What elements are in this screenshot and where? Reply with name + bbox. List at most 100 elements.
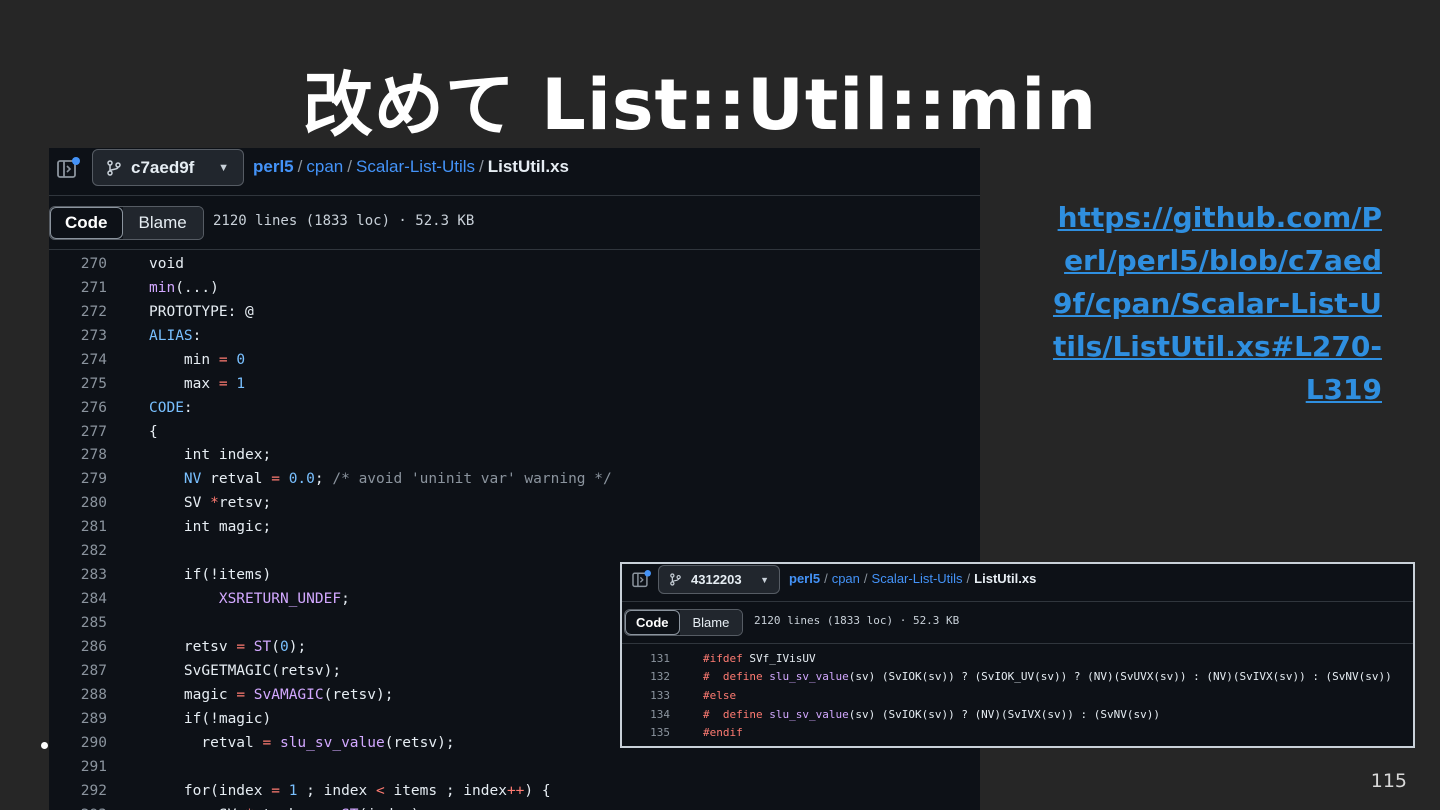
file-toolbar: Code Blame 2120 lines (1833 loc) · 52.3 … [622, 602, 1413, 644]
line-number[interactable]: 285 [49, 615, 107, 631]
code-line: 136 [622, 742, 1413, 746]
code-line: 271 min(...) [49, 276, 980, 300]
breadcrumb-file: ListUtil.xs [974, 571, 1037, 586]
line-source: XSRETURN_UNDEF; [218, 591, 350, 608]
code-line: 131 #ifdef SVf_IVisUV [622, 649, 1413, 668]
line-number[interactable]: 135 [622, 726, 670, 739]
line-source: void [149, 255, 184, 272]
line-number[interactable]: 272 [49, 304, 107, 320]
line-number[interactable]: 289 [49, 711, 107, 727]
line-source: #ifdef SVf_IVisUV [703, 651, 816, 665]
code-line: 133 #else [622, 686, 1413, 705]
line-number[interactable]: 287 [49, 663, 107, 679]
line-source: # define slu_sv_value(sv) (SvIOK(sv)) ? … [703, 707, 1160, 721]
line-number[interactable]: 273 [49, 328, 107, 344]
line-source: if(!magic) [149, 710, 272, 727]
tab-blame[interactable]: Blame [679, 610, 743, 635]
file-info: 2120 lines (1833 loc) · 52.3 KB [213, 213, 475, 229]
code-line: 280 SV *retsv; [49, 491, 980, 515]
side-panel-icon[interactable] [632, 570, 652, 588]
git-branch-icon [107, 159, 121, 176]
line-number[interactable]: 275 [49, 376, 107, 392]
tab-blame[interactable]: Blame [122, 207, 203, 239]
line-source: max = 1 [149, 375, 246, 392]
breadcrumb-repo[interactable]: perl5 [253, 157, 294, 176]
side-panel-icon[interactable] [57, 157, 81, 179]
line-number[interactable]: 284 [49, 591, 107, 607]
code-line: 292 for(index = 1 ; index < items ; inde… [49, 779, 980, 803]
line-number[interactable]: 132 [622, 670, 670, 683]
line-source: retsv = ST(0); [149, 638, 307, 655]
line-number[interactable]: 292 [49, 783, 107, 799]
line-source: magic = SvAMAGIC(retsv); [149, 686, 394, 703]
line-number[interactable]: 288 [49, 687, 107, 703]
line-number[interactable]: 281 [49, 519, 107, 535]
git-branch-icon [670, 573, 681, 586]
github-url-link[interactable]: https://github.com/P erl/perl5/blob/c7ae… [1040, 196, 1382, 411]
line-number[interactable]: 274 [49, 352, 107, 368]
file-info: 2120 lines (1833 loc) · 52.3 KB [754, 614, 960, 627]
line-source: { [149, 423, 158, 440]
breadcrumb: perl5/cpan / Scalar-List-Utils / ListUtil.xs [253, 157, 569, 176]
code-line: 276 CODE: [49, 396, 980, 420]
line-source: ALIAS: [149, 327, 202, 344]
line-source: PROTOTYPE: @ [149, 303, 254, 320]
line-number[interactable]: 277 [49, 424, 107, 440]
line-source: # define slu_sv_value(sv) (SvIOK(sv)) ? … [703, 670, 1392, 684]
line-number[interactable]: 282 [49, 543, 107, 559]
line-number[interactable]: 280 [49, 495, 107, 511]
breadcrumb-cpan[interactable]: cpan [306, 157, 343, 176]
code-line: 272 PROTOTYPE: @ [49, 300, 980, 324]
line-number[interactable]: 286 [49, 639, 107, 655]
branch-label: c7aed9f [131, 157, 195, 177]
chevron-down-icon: ▼ [218, 161, 229, 174]
line-source: int magic; [149, 519, 272, 536]
branch-selector[interactable]: c7aed9f ▼ [92, 149, 244, 186]
breadcrumb-dir[interactable]: Scalar-List-Utils [356, 157, 475, 176]
line-number[interactable]: 279 [49, 471, 107, 487]
line-number[interactable]: 276 [49, 400, 107, 416]
line-number[interactable]: 134 [622, 708, 670, 721]
line-number[interactable]: 131 [622, 652, 670, 665]
url-line-1: https://github.com/P [1057, 201, 1382, 234]
line-source: #else [703, 688, 737, 702]
line-source: retval = slu_sv_value(retsv); [149, 734, 455, 751]
line-number[interactable]: 271 [49, 280, 107, 296]
bullet-dot [41, 742, 48, 749]
line-source: #endif [703, 726, 743, 740]
file-header: 4312203 ▼ perl5/cpan / Scalar-List-Utils / L… [622, 564, 1413, 602]
breadcrumb-file: ListUtil.xs [487, 157, 569, 176]
line-number[interactable]: 136 [622, 745, 670, 746]
breadcrumb-dir[interactable]: Scalar-List-Utils [872, 571, 963, 586]
github-code-view-inset: 4312203 ▼ perl5/cpan / Scalar-List-Utils / L… [620, 562, 1415, 748]
line-source: NV retval = 0.0; /* avoid 'uninit var' w… [183, 471, 612, 488]
code-line: 293 SV *stacksv = ST(index); [49, 803, 980, 810]
code-line: 275 max = 1 [49, 372, 980, 396]
line-number[interactable]: 278 [49, 447, 107, 463]
line-number[interactable]: 270 [49, 256, 107, 272]
line-source: SV *retsv; [149, 495, 272, 512]
line-number[interactable]: 133 [622, 689, 670, 702]
code-line: 132 # define slu_sv_value(sv) (SvIOK(sv))… [622, 668, 1413, 687]
url-line-5: L319 [1305, 373, 1382, 406]
line-source: SV *stacksv = ST(index); [149, 807, 429, 810]
tab-code[interactable]: Code [625, 610, 680, 635]
line-number[interactable]: 283 [49, 567, 107, 583]
url-line-2: erl/perl5/blob/c7aed [1064, 244, 1382, 277]
breadcrumb-repo[interactable]: perl5 [789, 571, 820, 586]
tab-code[interactable]: Code [50, 207, 123, 239]
url-line-4: tils/ListUtil.xs#L270- [1052, 330, 1382, 363]
url-line-3: 9f/cpan/Scalar-List-U [1052, 287, 1382, 320]
file-toolbar: Code Blame 2120 lines (1833 loc) · 52.3 … [49, 196, 980, 250]
line-number[interactable]: 293 [49, 807, 107, 810]
code-line: 273 ALIAS: [49, 324, 980, 348]
slide-title: 改めて List::Util::min [302, 64, 1098, 146]
line-number[interactable]: 290 [49, 735, 107, 751]
code-line: 270 void [49, 252, 980, 276]
line-source: CODE: [149, 399, 193, 416]
branch-selector[interactable]: 4312203 ▼ [658, 565, 780, 594]
code-line: 291 [49, 755, 980, 779]
line-number[interactable]: 291 [49, 759, 107, 775]
code-line: 134 # define slu_sv_value(sv) (SvIOK(sv))… [622, 705, 1413, 724]
breadcrumb-cpan[interactable]: cpan [832, 571, 860, 586]
